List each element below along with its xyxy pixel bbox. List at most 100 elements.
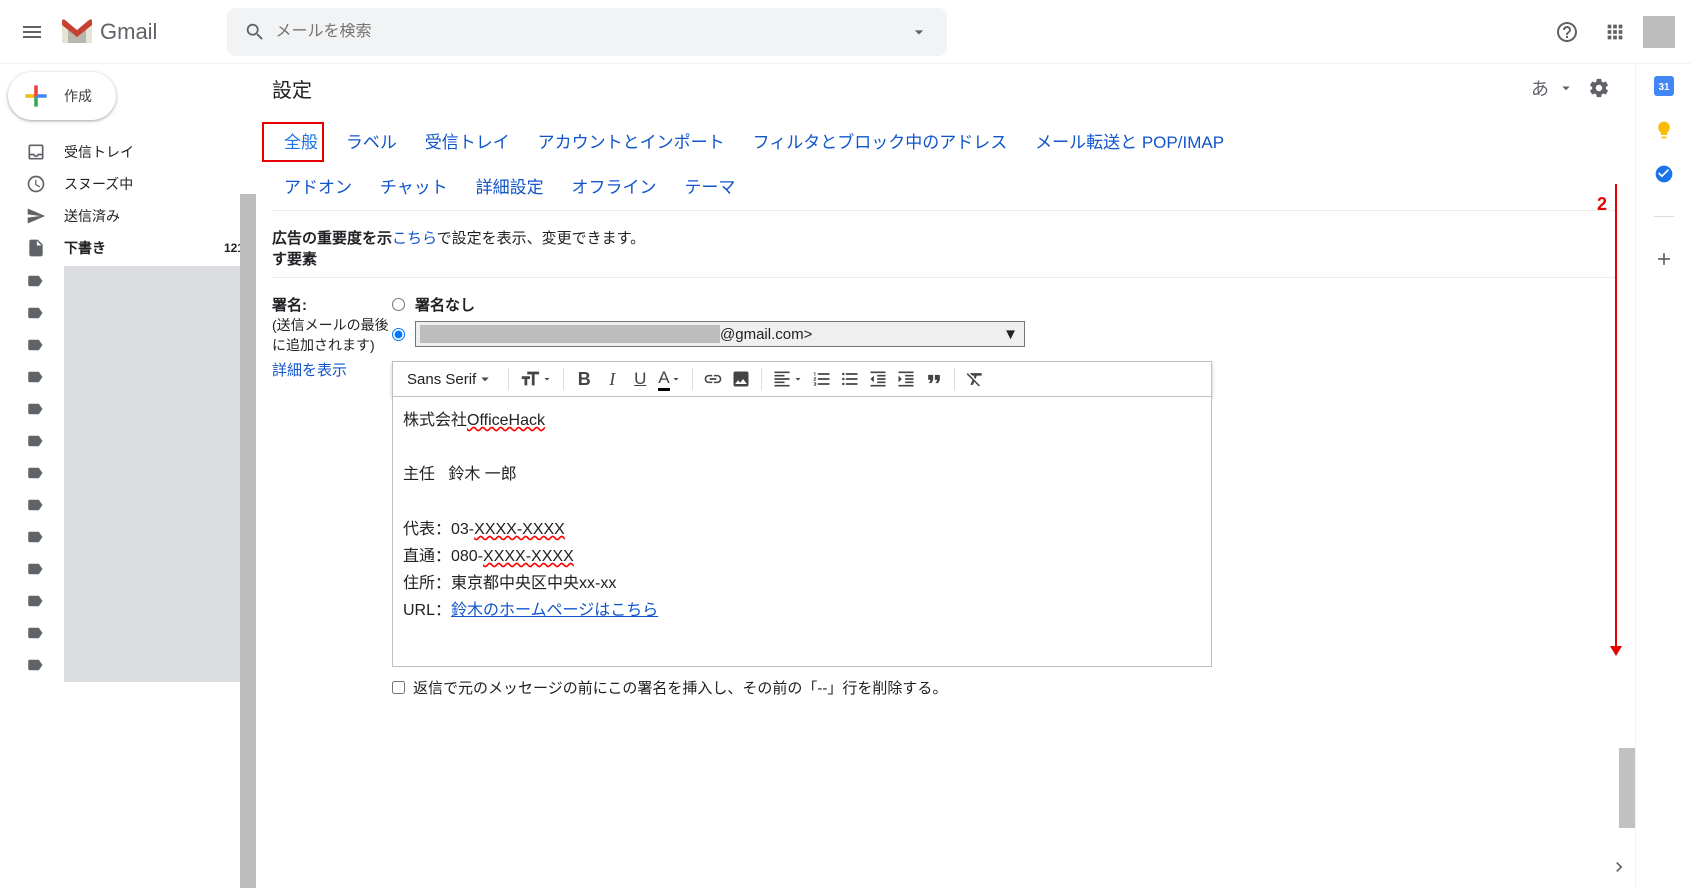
- font-size-button[interactable]: [515, 365, 557, 393]
- sidebar-label-item[interactable]: [0, 266, 64, 298]
- tasks-app-button[interactable]: [1654, 164, 1674, 184]
- indent-more-button[interactable]: [892, 365, 920, 393]
- align-button[interactable]: [768, 365, 808, 393]
- gear-icon: [1588, 77, 1610, 99]
- sidebar-item-inbox[interactable]: 受信トレイ: [0, 136, 256, 168]
- reply-insert-label: 返信で元のメッセージの前にこの署名を挿入し、その前の「--」行を削除する。: [413, 677, 947, 698]
- input-tools-button[interactable]: あ: [1527, 75, 1553, 101]
- sidebar-label-item[interactable]: [0, 618, 64, 650]
- align-left-icon: [772, 369, 792, 389]
- sidebar-label-item[interactable]: [0, 490, 64, 522]
- signature-email-select[interactable]: @gmail.com> ▼: [415, 321, 1025, 347]
- support-button[interactable]: [1547, 12, 1587, 52]
- sidebar-label-item[interactable]: [0, 298, 64, 330]
- link-button[interactable]: [699, 365, 727, 393]
- sidebar-label-item[interactable]: [0, 554, 64, 586]
- sidebar-label-item[interactable]: [0, 394, 64, 426]
- caret-down-icon: [476, 370, 494, 388]
- no-sig-label: 署名なし: [415, 294, 475, 315]
- sidebar-label-item[interactable]: [0, 362, 64, 394]
- email-redacted: [420, 325, 720, 343]
- no-sig-row: 署名なし: [392, 294, 1619, 315]
- main-menu-button[interactable]: [8, 8, 56, 56]
- bullet-list-button[interactable]: [836, 365, 864, 393]
- bullet-list-icon: [840, 369, 860, 389]
- no-sig-radio[interactable]: [392, 298, 405, 311]
- compose-button[interactable]: 作成: [8, 72, 116, 120]
- tab-inbox[interactable]: 受信トレイ: [413, 120, 522, 161]
- search-bar[interactable]: [227, 8, 947, 56]
- sidebar-label-item[interactable]: [0, 330, 64, 362]
- remove-format-button[interactable]: [961, 365, 989, 393]
- image-icon: [731, 369, 751, 389]
- sidebar-item-snoozed[interactable]: スヌーズ中: [0, 168, 256, 200]
- font-family-label: Sans Serif: [407, 371, 476, 388]
- settings-content: 設定 あ 1 2 全般 ラベル 受信トレイ: [256, 64, 1635, 888]
- sidebar-item-drafts[interactable]: 下書き 121: [0, 232, 256, 264]
- tab-advanced[interactable]: 詳細設定: [464, 165, 556, 206]
- hamburger-icon: [20, 20, 44, 44]
- sidebar-label-item[interactable]: [0, 522, 64, 554]
- numbered-list-button[interactable]: [808, 365, 836, 393]
- inbox-label: 受信トレイ: [64, 142, 244, 162]
- search-button[interactable]: [235, 12, 275, 52]
- apps-button[interactable]: [1595, 12, 1635, 52]
- tab-forwarding[interactable]: メール転送と POP/IMAP: [1023, 120, 1236, 161]
- account-avatar[interactable]: [1643, 16, 1675, 48]
- sidebar-label-item[interactable]: [0, 586, 64, 618]
- annotation-2-arrow: [1615, 184, 1617, 654]
- underline-button[interactable]: U: [626, 365, 654, 393]
- content-scrollbar-thumb[interactable]: [1619, 748, 1635, 828]
- tab-chat[interactable]: チャット: [368, 165, 460, 206]
- tab-addons[interactable]: アドオン: [272, 165, 364, 206]
- add-app-button[interactable]: [1654, 249, 1674, 269]
- inbox-icon: [26, 142, 46, 162]
- keep-app-button[interactable]: [1654, 120, 1674, 140]
- sig-radio[interactable]: [392, 328, 405, 341]
- tab-accounts[interactable]: アカウントとインポート: [526, 120, 737, 161]
- content-scrollbar[interactable]: [1619, 64, 1635, 888]
- italic-button[interactable]: I: [598, 365, 626, 393]
- tab-labels[interactable]: ラベル: [334, 120, 409, 161]
- sig-label: 署名:: [272, 294, 392, 315]
- tab-offline[interactable]: オフライン: [560, 165, 669, 206]
- ad-label: 広告の重要度を示す要素: [272, 227, 392, 269]
- label-icon: [26, 560, 44, 578]
- reply-insert-checkbox[interactable]: [392, 681, 405, 694]
- show-more-link[interactable]: 詳細を表示: [272, 359, 392, 380]
- settings-tabs: 全般 ラベル 受信トレイ アカウントとインポート フィルタとブロック中のアドレス…: [272, 112, 1619, 211]
- settings-gear-button[interactable]: [1579, 68, 1619, 108]
- ad-body: こちらで設定を表示、変更できます。: [392, 227, 1619, 269]
- gmail-logo[interactable]: Gmail: [60, 19, 157, 45]
- section-signature: 署名: (送信メールの最後に追加されます) 詳細を表示 署名なし: [272, 286, 1619, 706]
- sidebar-label-item[interactable]: [0, 458, 64, 490]
- label-icon: [26, 592, 44, 610]
- label-icon: [26, 272, 44, 290]
- text-color-button[interactable]: A: [654, 365, 685, 393]
- link-icon: [703, 369, 723, 389]
- search-input[interactable]: [275, 23, 899, 41]
- labels-block: [0, 266, 256, 682]
- sidebar-item-sent[interactable]: 送信済み: [0, 200, 256, 232]
- side-panel-toggle[interactable]: [1609, 857, 1629, 880]
- sidebar-scrollbar-thumb[interactable]: [240, 194, 256, 888]
- sidebar-label-item[interactable]: [0, 426, 64, 458]
- sidebar-label-item[interactable]: [0, 650, 64, 682]
- label-icon: [26, 336, 44, 354]
- image-button[interactable]: [727, 365, 755, 393]
- ad-link[interactable]: こちら: [392, 230, 437, 247]
- tab-filters[interactable]: フィルタとブロック中のアドレス: [741, 120, 1020, 161]
- signature-url-link[interactable]: 鈴木のホームページはこちら: [451, 602, 658, 619]
- indent-decrease-icon: [868, 369, 888, 389]
- tasks-icon: [1654, 164, 1674, 184]
- settings-title: 設定: [272, 74, 312, 103]
- tab-themes[interactable]: テーマ: [672, 165, 747, 206]
- indent-less-button[interactable]: [864, 365, 892, 393]
- font-family-select[interactable]: Sans Serif: [399, 370, 502, 388]
- signature-editor[interactable]: 株式会社OfficeHack 主任 鈴木 一郎 代表：03-XXXX-XXXX …: [392, 397, 1212, 667]
- search-options-button[interactable]: [899, 22, 939, 42]
- calendar-app-button[interactable]: 31: [1654, 76, 1674, 96]
- bold-button[interactable]: B: [570, 365, 598, 393]
- label-icon: [26, 368, 44, 386]
- quote-button[interactable]: [920, 365, 948, 393]
